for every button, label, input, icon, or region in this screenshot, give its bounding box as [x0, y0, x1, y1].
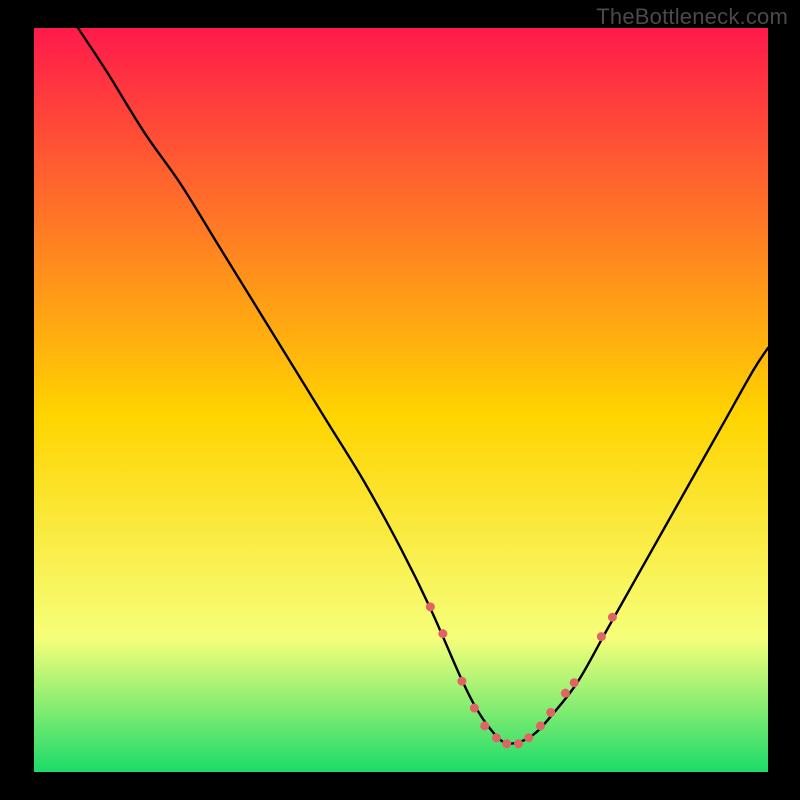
marker-dot — [438, 629, 447, 638]
marker-dot — [470, 704, 479, 713]
marker-dot — [502, 739, 511, 748]
plot-background — [34, 28, 768, 772]
watermark-text: TheBottleneck.com — [596, 4, 788, 30]
marker-dot — [536, 721, 545, 730]
marker-dot — [597, 632, 606, 641]
marker-dot — [561, 689, 570, 698]
bottleneck-chart — [0, 0, 800, 800]
chart-stage: TheBottleneck.com — [0, 0, 800, 800]
marker-dot — [546, 708, 555, 717]
marker-dot — [426, 602, 435, 611]
marker-dot — [524, 733, 533, 742]
marker-dot — [570, 678, 579, 687]
marker-dot — [514, 739, 523, 748]
marker-dot — [457, 677, 466, 686]
marker-dot — [492, 733, 501, 742]
marker-dot — [608, 613, 617, 622]
marker-dot — [480, 721, 489, 730]
